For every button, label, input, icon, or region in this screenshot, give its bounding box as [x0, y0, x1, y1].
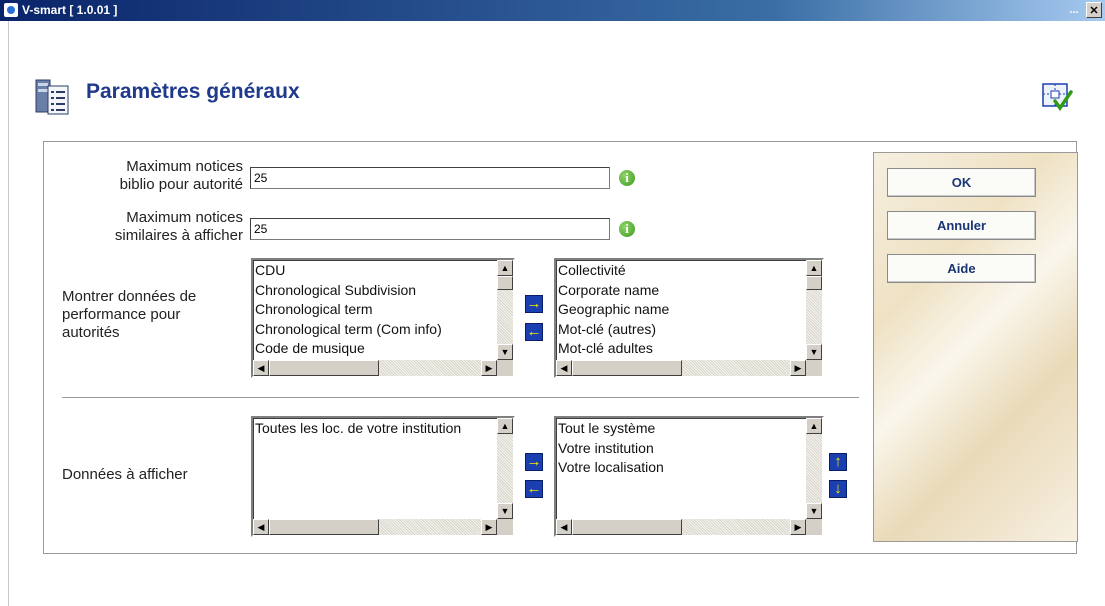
vertical-scrollbar[interactable]: ▲ ▼	[497, 260, 513, 360]
list-item[interactable]: Geographic name	[558, 300, 669, 320]
help-button[interactable]: Aide	[887, 254, 1036, 283]
list-item[interactable]: Collectivité	[558, 261, 669, 281]
info-icon[interactable]: i	[619, 170, 635, 186]
scroll-down-icon[interactable]: ▼	[806, 503, 822, 519]
max-biblio-label: Maximum notices biblio pour autorité	[119, 158, 243, 193]
list-item[interactable]: Mot-clé adultes	[558, 339, 669, 359]
divider	[62, 397, 859, 398]
display-data-label: Données à afficher	[62, 466, 188, 483]
scroll-thumb[interactable]	[269, 519, 379, 535]
max-similar-label: Maximum notices similaires à afficher	[114, 209, 243, 244]
scroll-thumb[interactable]	[269, 360, 379, 376]
list-item[interactable]: Votre institution	[558, 439, 664, 459]
move-left-button[interactable]: ←	[525, 480, 543, 498]
check-layout-icon[interactable]	[1041, 82, 1073, 112]
move-right-button[interactable]: →	[525, 295, 543, 313]
cancel-button[interactable]: Annuler	[887, 211, 1036, 240]
performance-selected-list[interactable]: Collectivité Corporate name Geographic n…	[554, 258, 824, 378]
move-down-button[interactable]: ↓	[829, 480, 847, 498]
scroll-thumb[interactable]	[572, 360, 682, 376]
vertical-scrollbar[interactable]: ▲ ▼	[806, 260, 822, 360]
display-selected-list[interactable]: Tout le système Votre institution Votre …	[554, 416, 824, 537]
horizontal-scrollbar[interactable]: ◀ ▶	[253, 519, 497, 535]
scroll-up-icon[interactable]: ▲	[806, 418, 822, 434]
scroll-down-icon[interactable]: ▼	[497, 503, 513, 519]
vertical-scrollbar[interactable]: ▲ ▼	[806, 418, 822, 519]
close-button[interactable]: ✕	[1086, 2, 1102, 18]
window-title: V-smart [ 1.0.01 ]	[22, 3, 118, 17]
performance-label: Montrer données de performance pour auto…	[62, 288, 197, 341]
scroll-down-icon[interactable]: ▼	[806, 344, 822, 360]
display-available-list[interactable]: Toutes les loc. de votre institution ▲ ▼…	[251, 416, 515, 537]
horizontal-scrollbar[interactable]: ◀ ▶	[556, 360, 806, 376]
horizontal-scrollbar[interactable]: ◀ ▶	[556, 519, 806, 535]
scroll-right-icon[interactable]: ▶	[481, 360, 497, 376]
move-left-button[interactable]: ←	[525, 323, 543, 341]
move-right-button[interactable]: →	[525, 453, 543, 471]
list-item[interactable]: Votre localisation	[558, 458, 664, 478]
list-item[interactable]: Corporate name	[558, 281, 669, 301]
scroll-right-icon[interactable]: ▶	[790, 360, 806, 376]
scroll-thumb[interactable]	[806, 276, 822, 290]
scroll-left-icon[interactable]: ◀	[253, 519, 269, 535]
scroll-up-icon[interactable]: ▲	[497, 418, 513, 434]
page-title: Paramètres généraux	[86, 80, 300, 103]
list-item[interactable]: CDU	[255, 261, 442, 281]
horizontal-scrollbar[interactable]: ◀ ▶	[253, 360, 497, 376]
scroll-right-icon[interactable]: ▶	[790, 519, 806, 535]
vertical-scrollbar[interactable]: ▲ ▼	[497, 418, 513, 519]
list-item[interactable]: Chronological term (Com info)	[255, 320, 442, 340]
scroll-left-icon[interactable]: ◀	[556, 360, 572, 376]
scroll-right-icon[interactable]: ▶	[481, 519, 497, 535]
minimize-button[interactable]: ...	[1066, 2, 1082, 18]
scroll-thumb[interactable]	[572, 519, 682, 535]
info-icon[interactable]: i	[619, 221, 635, 237]
scroll-left-icon[interactable]: ◀	[253, 360, 269, 376]
list-item[interactable]: Tout le système	[558, 419, 664, 439]
max-biblio-input[interactable]	[250, 167, 610, 189]
list-item[interactable]: Code de musique	[255, 339, 442, 359]
scroll-down-icon[interactable]: ▼	[497, 344, 513, 360]
move-up-button[interactable]: ↑	[829, 453, 847, 471]
scroll-left-icon[interactable]: ◀	[556, 519, 572, 535]
list-item[interactable]: Chronological term	[255, 300, 442, 320]
performance-available-list[interactable]: CDU Chronological Subdivision Chronologi…	[251, 258, 515, 378]
scroll-up-icon[interactable]: ▲	[497, 260, 513, 276]
list-item[interactable]: Mot-clé (autres)	[558, 320, 669, 340]
list-item[interactable]: Chronological Subdivision	[255, 281, 442, 301]
max-similar-input[interactable]	[250, 218, 610, 240]
scroll-thumb[interactable]	[497, 276, 513, 290]
ok-button[interactable]: OK	[887, 168, 1036, 197]
window-titlebar: V-smart [ 1.0.01 ] ... ✕	[0, 0, 1105, 21]
scroll-up-icon[interactable]: ▲	[806, 260, 822, 276]
settings-document-icon	[35, 79, 69, 115]
app-icon	[4, 3, 18, 17]
list-item[interactable]: Toutes les loc. de votre institution	[255, 419, 461, 439]
